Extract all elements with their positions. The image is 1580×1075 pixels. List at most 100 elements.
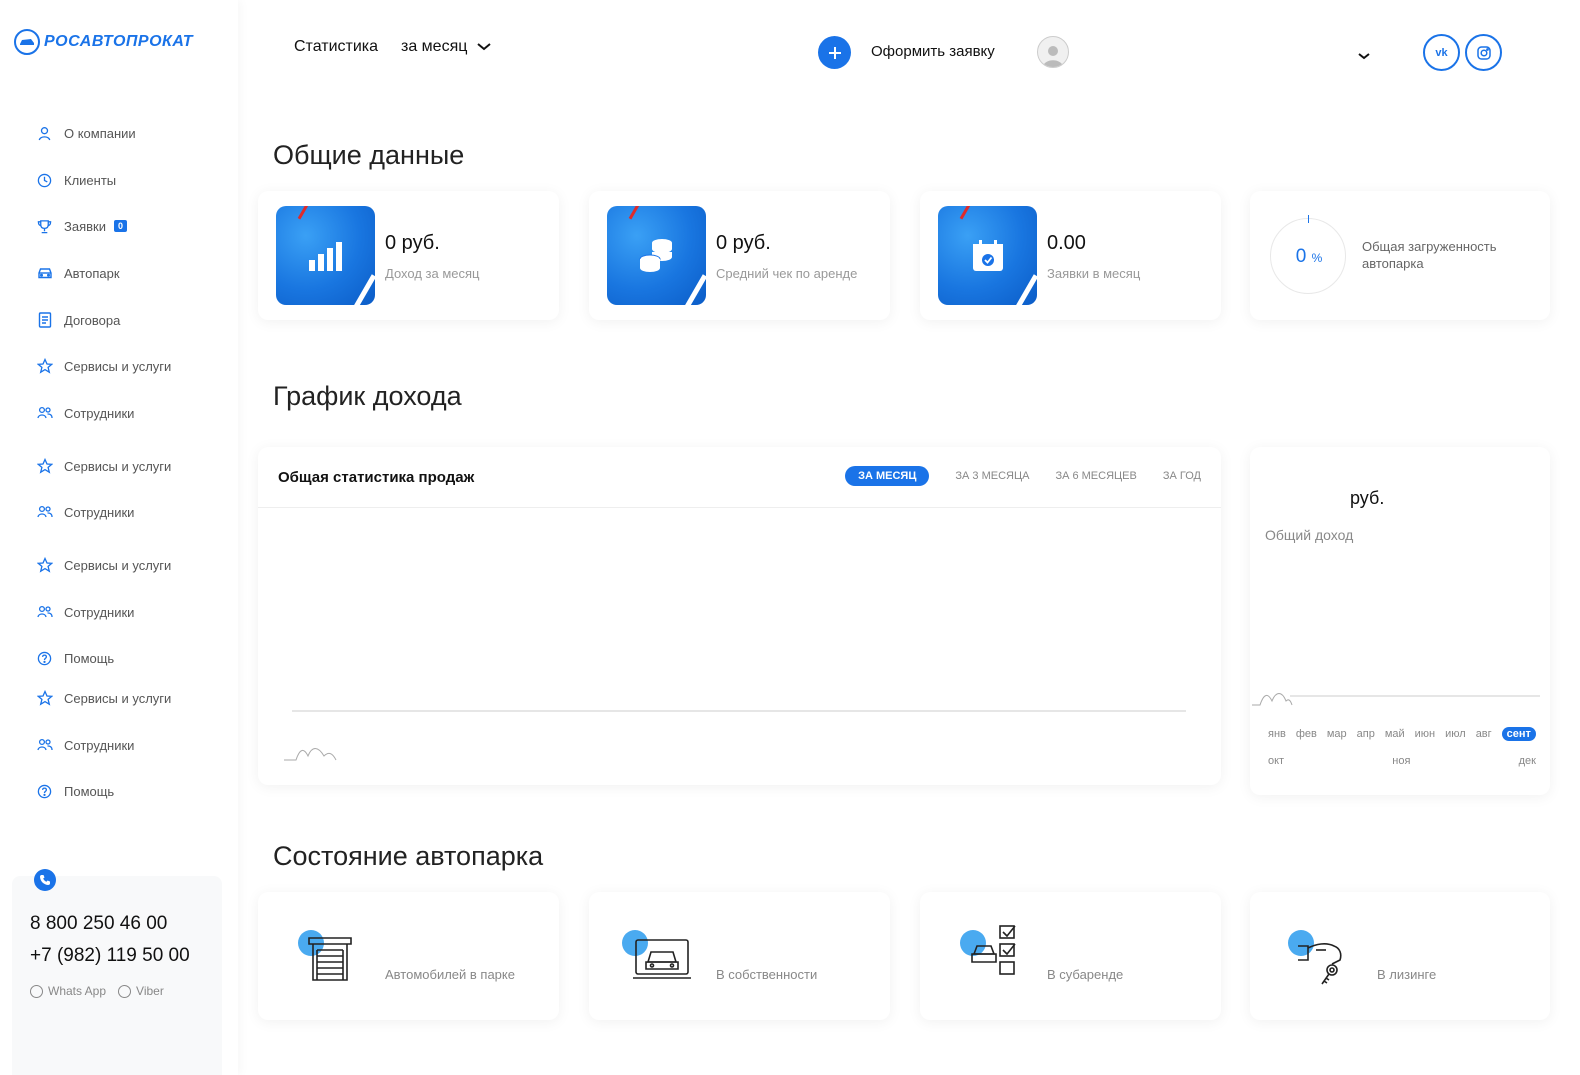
sidebar-item-help[interactable]: Помощь (36, 648, 114, 668)
sidebar-item-staff[interactable]: Сотрудники (36, 602, 134, 622)
sidebar-item-fleet[interactable]: Автопарк (36, 263, 120, 283)
stat-tile (607, 206, 706, 305)
tab-3-months[interactable]: ЗА 3 МЕСЯЦА (955, 470, 1029, 482)
star-icon (36, 690, 53, 707)
income-sparkline (1252, 693, 1540, 706)
fleet-card-label: В субаренде (1047, 967, 1124, 982)
viber-label: Viber (136, 984, 164, 998)
month-7[interactable]: авг (1476, 728, 1492, 740)
month-1[interactable]: фев (1296, 728, 1317, 740)
star-icon (36, 557, 53, 574)
sidebar-item-services[interactable]: Сервисы и услуги (36, 555, 171, 575)
stat-tile (276, 206, 375, 305)
sidebar-item-label: Сервисы и услуги (64, 557, 172, 573)
user-menu-chevron-icon[interactable] (1358, 47, 1370, 65)
stat-label: Доход за месяц (385, 266, 480, 281)
add-request-label[interactable]: Оформить заявку (871, 43, 995, 60)
total-income-label: Общий доход (1265, 527, 1354, 543)
messengers: Whats App Viber (30, 984, 164, 998)
whatsapp-link[interactable]: Whats App (30, 984, 106, 998)
help-icon (36, 650, 53, 667)
month-10[interactable]: ноя (1392, 755, 1410, 767)
sidebar-item-label: Помощь (64, 783, 115, 799)
total-income-card: руб. Общий доход янв фев мар апр май июн июл ав… (1250, 447, 1550, 795)
instagram-button[interactable] (1465, 34, 1502, 71)
bar-chart-icon (308, 240, 344, 272)
month-5[interactable]: июн (1415, 728, 1435, 740)
add-request-button[interactable] (818, 36, 851, 69)
sidebar-item-services[interactable]: Сервисы и услуги (36, 356, 171, 376)
sidebar-item-label: Сотрудники (64, 604, 135, 620)
sales-stats-title: Общая статистика продаж (278, 469, 475, 486)
month-selector: янв фев мар апр май июн июл авг сент окт ноя дек (1268, 727, 1536, 767)
total-income-value: руб. (1350, 488, 1385, 508)
stat-card-requests: 0.00 Заявки в месяц (920, 191, 1221, 320)
fleet-card-owned: В собственности (589, 892, 890, 1020)
logo-car-icon (14, 29, 40, 55)
fleet-card-leasing: В лизинге (1250, 892, 1550, 1020)
phone-number-primary[interactable]: 8 800 250 46 00 (30, 913, 167, 935)
sidebar-item-staff[interactable]: Сотрудники (36, 502, 134, 522)
stat-tile (938, 206, 1037, 305)
phone-icon (34, 869, 56, 891)
document-icon (36, 312, 53, 329)
stat-label: Заявки в месяц (1047, 266, 1141, 281)
vk-button[interactable]: vk (1423, 34, 1460, 71)
sidebar-item-label: Сервисы и услуги (64, 690, 172, 706)
viber-icon (118, 984, 132, 998)
viber-link[interactable]: Viber (118, 984, 164, 998)
sidebar-item-help[interactable]: Помощь (36, 781, 114, 801)
requests-count-badge: 0 (113, 220, 127, 232)
calendar-icon (971, 239, 1005, 273)
sidebar-item-about[interactable]: О компании (36, 123, 136, 143)
contact-card: 8 800 250 46 00 +7 (982) 119 50 00 Whats… (12, 869, 222, 1075)
user-avatar-icon (1043, 46, 1063, 67)
fleet-card-label: В лизинге (1377, 967, 1437, 982)
sales-chart (284, 710, 1186, 761)
sidebar-item-label: Сервисы и услуги (64, 458, 172, 474)
month-4[interactable]: май (1385, 728, 1405, 740)
tab-year[interactable]: ЗА ГОД (1163, 470, 1201, 482)
users-icon (36, 737, 53, 754)
month-11[interactable]: дек (1519, 755, 1536, 767)
fleet-card-total: Автомобилей в парке (258, 892, 559, 1020)
month-6[interactable]: июл (1445, 728, 1466, 740)
sidebar-item-contracts[interactable]: Договора (36, 310, 120, 330)
stat-label: Средний чек по аренде (716, 266, 858, 281)
month-0[interactable]: янв (1268, 728, 1286, 740)
trophy-icon (36, 218, 53, 235)
coins-icon (638, 238, 676, 274)
month-8[interactable]: сент (1501, 727, 1536, 741)
fleet-load-label: Общая загруженность автопарка (1362, 239, 1497, 271)
users-icon (36, 504, 53, 521)
sidebar-item-requests[interactable]: Заявки 0 (36, 216, 127, 236)
sidebar-item-label: Автопарк (64, 265, 120, 281)
phone-number-secondary[interactable]: +7 (982) 119 50 00 (30, 945, 190, 967)
car-icon (36, 265, 53, 282)
sidebar-item-label: Договора (64, 312, 121, 328)
fleet-card-label: В собственности (716, 967, 818, 982)
tab-month[interactable]: ЗА МЕСЯЦ (845, 466, 930, 486)
month-3[interactable]: апр (1357, 728, 1375, 740)
sidebar-item-services[interactable]: Сервисы и услуги (36, 688, 171, 708)
period-select[interactable]: за месяц (401, 38, 492, 56)
avatar[interactable] (1037, 36, 1069, 68)
sidebar-item-services[interactable]: Сервисы и услуги (36, 456, 171, 476)
sidebar-item-staff[interactable]: Сотрудники (36, 403, 134, 423)
sidebar: РОСАВТОПРОКАТ О компании Клиенты Заявки … (0, 0, 238, 1075)
tab-6-months[interactable]: ЗА 6 МЕСЯЦЕВ (1055, 470, 1136, 482)
user-icon (36, 125, 53, 142)
logo[interactable]: РОСАВТОПРОКАТ (14, 29, 193, 55)
fleet-load-card: 0 % Общая загруженность автопарка (1250, 191, 1550, 320)
sidebar-item-clients[interactable]: Клиенты (36, 170, 116, 190)
vk-icon: vk (1435, 46, 1448, 59)
clock-icon (36, 172, 53, 189)
month-2[interactable]: мар (1327, 728, 1347, 740)
sales-stats-card: Общая статистика продаж ЗА МЕСЯЦ ЗА 3 МЕ… (258, 447, 1221, 785)
stat-value: 0 руб. (385, 232, 440, 254)
fleet-load-value: 0 % (1295, 246, 1323, 267)
sidebar-item-staff[interactable]: Сотрудники (36, 735, 134, 755)
star-icon (36, 358, 53, 375)
month-9[interactable]: окт (1268, 755, 1284, 767)
sparkline-empty-icon (1252, 693, 1293, 706)
